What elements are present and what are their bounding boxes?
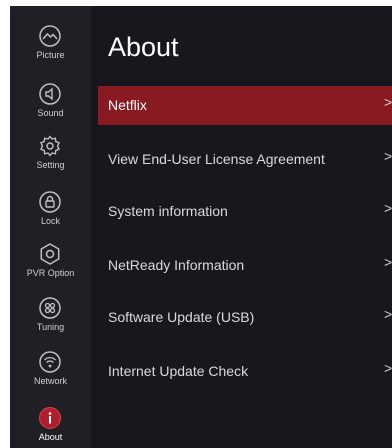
gear-icon [40, 135, 60, 157]
chevron-right-icon: > [384, 200, 392, 216]
tuning-icon [39, 297, 61, 319]
sidebar-item-label: Setting [36, 160, 65, 170]
menu-item-label: Netflix [108, 97, 147, 113]
info-icon [39, 407, 61, 429]
sidebar-item-picture[interactable]: Picture [10, 24, 91, 80]
menu-item-netflix[interactable]: Netflix > [98, 86, 392, 125]
sidebar-item-label: Picture [36, 50, 65, 60]
menu-item-license-agreement[interactable]: View End-User License Agreement > [98, 140, 392, 179]
settings-screen: Picture Sound Setting Lock PVR Option Tu… [10, 6, 392, 448]
menu-item-software-update-usb[interactable]: Software Update (USB) > [98, 298, 392, 337]
sidebar-item-tuning[interactable]: Tuning [10, 296, 91, 352]
menu-item-netready-information[interactable]: NetReady Information > [98, 246, 392, 285]
sidebar-item-label: Network [33, 376, 67, 386]
chevron-right-icon: > [384, 360, 392, 376]
menu-item-label: System information [108, 203, 228, 219]
menu-item-label: View End-User License Agreement [108, 151, 325, 167]
chevron-right-icon: > [384, 306, 392, 322]
chevron-right-icon: > [384, 148, 392, 164]
menu-item-internet-update-check[interactable]: Internet Update Check > [98, 352, 392, 391]
sidebar-item-label: PVR Option [26, 268, 75, 278]
sidebar-item-setting[interactable]: Setting [10, 134, 91, 190]
menu-item-label: NetReady Information [108, 257, 245, 273]
chevron-right-icon: > [384, 94, 392, 110]
sound-icon [39, 83, 61, 105]
sidebar-item-label: Sound [37, 108, 64, 118]
sidebar-item-pvr-option[interactable]: PVR Option [10, 242, 91, 298]
sidebar-item-network[interactable]: Network [10, 350, 91, 406]
lock-icon [39, 191, 61, 213]
pvr-icon [40, 243, 60, 265]
picture-icon [39, 25, 61, 47]
network-icon [39, 351, 61, 373]
menu-item-label: Internet Update Check [108, 363, 249, 379]
sidebar-item-label: About [38, 432, 63, 442]
chevron-right-icon: > [384, 254, 392, 270]
menu-item-system-information[interactable]: System information > [98, 192, 392, 231]
menu-item-label: Software Update (USB) [108, 309, 255, 325]
sidebar-item-sound[interactable]: Sound [10, 82, 91, 138]
page-title: About [108, 32, 179, 62]
sidebar: Picture Sound Setting Lock PVR Option Tu… [10, 6, 91, 448]
sidebar-item-label: Lock [40, 216, 60, 226]
sidebar-item-lock[interactable]: Lock [10, 190, 91, 246]
sidebar-item-about[interactable]: About [10, 406, 91, 448]
sidebar-item-label: Tuning [36, 322, 65, 332]
